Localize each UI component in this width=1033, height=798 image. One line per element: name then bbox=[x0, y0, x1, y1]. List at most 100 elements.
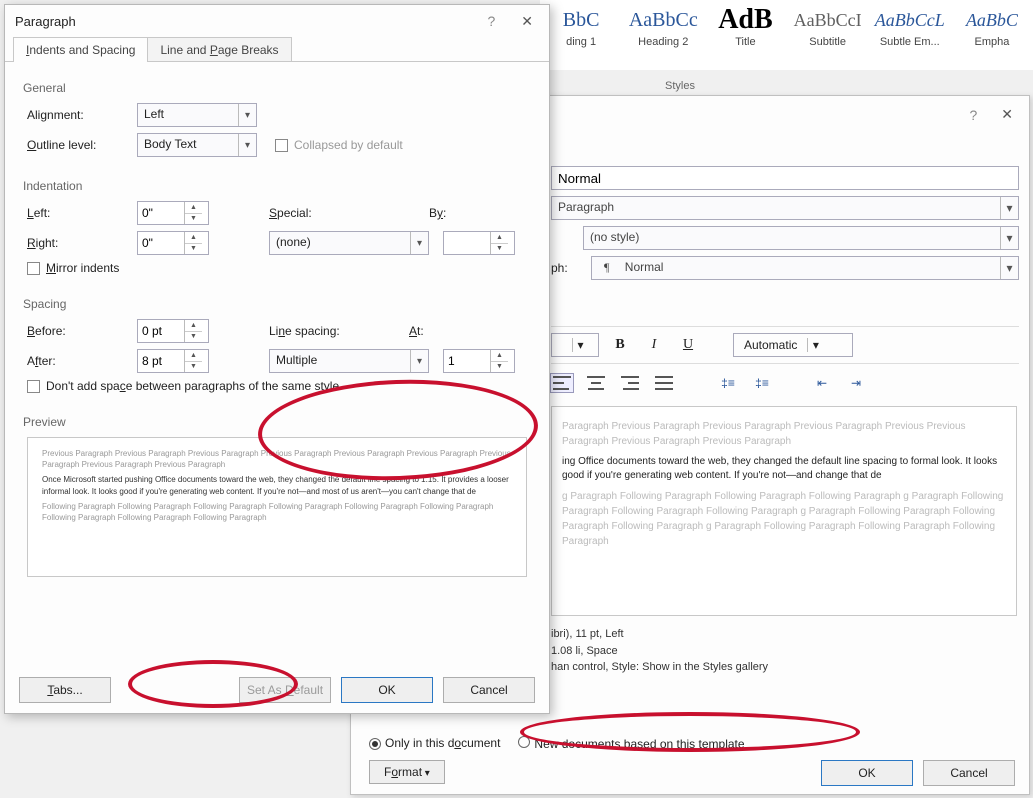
align-center-button[interactable] bbox=[585, 374, 607, 392]
radio-only-document[interactable]: Only in this document bbox=[369, 736, 500, 750]
style-following-select[interactable]: ¶ Normal ▾ bbox=[591, 256, 1019, 280]
spin-up-icon[interactable]: ▲ bbox=[185, 202, 202, 214]
special-label: Special: bbox=[269, 206, 379, 220]
outline-select[interactable]: Body Text ▾ bbox=[137, 133, 257, 157]
underline-button[interactable]: U bbox=[675, 333, 701, 357]
spin-down-icon[interactable]: ▼ bbox=[185, 214, 202, 225]
indent-left-label: Left: bbox=[27, 206, 137, 220]
alignment-label: Alignment: bbox=[27, 108, 137, 122]
spin-up-icon[interactable]: ▲ bbox=[491, 232, 508, 244]
style-title[interactable]: AdB Title bbox=[704, 4, 786, 48]
italic-button[interactable]: I bbox=[641, 333, 667, 357]
align-justify-button[interactable] bbox=[653, 374, 675, 392]
chevron-down-icon: ▾ bbox=[238, 134, 256, 156]
ok-button[interactable]: OK bbox=[821, 760, 913, 786]
line-spacing-2-button[interactable]: ‡≡ bbox=[751, 374, 773, 392]
after-label: After: bbox=[27, 354, 137, 368]
by-spinner[interactable]: ▲▼ bbox=[443, 231, 515, 255]
line-spacing-1-button[interactable]: ‡≡ bbox=[717, 374, 739, 392]
mirror-label: Mirror indents bbox=[46, 261, 119, 275]
style-subtitle[interactable]: AaBbCcI Subtitle bbox=[787, 4, 869, 48]
ok-button[interactable]: OK bbox=[341, 677, 433, 703]
decrease-indent-button[interactable]: ⇤ bbox=[811, 374, 833, 392]
chevron-down-icon: ▾ bbox=[1000, 227, 1018, 249]
dialog-title: Paragraph bbox=[15, 14, 76, 29]
chevron-down-icon: ▾ bbox=[1000, 257, 1018, 279]
section-general: General bbox=[23, 81, 527, 95]
section-indentation: Indentation bbox=[23, 179, 527, 193]
format-menu-button[interactable]: Format bbox=[369, 760, 445, 784]
mirror-checkbox[interactable] bbox=[27, 262, 40, 275]
spin-down-icon[interactable]: ▼ bbox=[491, 244, 508, 255]
style-name-input[interactable] bbox=[551, 166, 1019, 190]
help-icon[interactable]: ? bbox=[969, 107, 977, 123]
close-icon[interactable]: ✕ bbox=[995, 104, 1019, 125]
spin-down-icon[interactable]: ▼ bbox=[185, 362, 202, 373]
collapsed-label: Collapsed by default bbox=[294, 138, 403, 152]
radio-new-template[interactable]: New documents based on this template bbox=[518, 736, 744, 751]
spin-up-icon[interactable]: ▲ bbox=[185, 232, 202, 244]
alignment-select[interactable]: Left ▾ bbox=[137, 103, 257, 127]
cancel-button[interactable]: Cancel bbox=[923, 760, 1015, 786]
style-preview: Paragraph Previous Paragraph Previous Pa… bbox=[551, 406, 1017, 616]
style-based-on-select[interactable]: (no style) ▾ bbox=[583, 226, 1019, 250]
font-size-select[interactable]: ▾ bbox=[551, 333, 599, 357]
chevron-down-icon: ▾ bbox=[410, 232, 428, 254]
help-icon[interactable]: ? bbox=[487, 13, 495, 29]
paragraph-preview: Previous Paragraph Previous Paragraph Pr… bbox=[27, 437, 527, 577]
style-emphasis[interactable]: AaBbC Empha bbox=[951, 4, 1033, 48]
style-heading1[interactable]: BbC ding 1 bbox=[540, 4, 622, 48]
dontadd-checkbox[interactable] bbox=[27, 380, 40, 393]
chevron-down-icon: ▾ bbox=[238, 104, 256, 126]
align-row: ‡≡ ‡≡ ⇤ ⇥ bbox=[551, 374, 1019, 392]
dontadd-label: Don't add space between paragraphs of th… bbox=[46, 379, 339, 393]
tabs-button[interactable]: Tabs... bbox=[19, 677, 111, 703]
chevron-down-icon: ▾ bbox=[1000, 197, 1018, 219]
spin-up-icon[interactable]: ▲ bbox=[185, 320, 202, 332]
spin-down-icon[interactable]: ▼ bbox=[185, 244, 202, 255]
indent-left-spinner[interactable]: ▲▼ bbox=[137, 201, 209, 225]
at-spinner[interactable]: ▲▼ bbox=[443, 349, 515, 373]
collapsed-checkbox bbox=[275, 139, 288, 152]
before-spinner[interactable]: ▲▼ bbox=[137, 319, 209, 343]
format-toolbar: ▾ B I U Automatic▾ bbox=[551, 326, 1019, 364]
spin-up-icon[interactable]: ▲ bbox=[491, 350, 508, 362]
spin-up-icon[interactable]: ▲ bbox=[185, 350, 202, 362]
dialog-buttons: Tabs... Set As Default OK Cancel bbox=[5, 677, 549, 703]
outline-label: Outline level: bbox=[27, 138, 137, 152]
tab-indents-spacing[interactable]: Indents and Spacing bbox=[13, 37, 148, 62]
cancel-button[interactable]: Cancel bbox=[443, 677, 535, 703]
bold-button[interactable]: B bbox=[607, 333, 633, 357]
spin-down-icon[interactable]: ▼ bbox=[491, 362, 508, 373]
style-heading2[interactable]: AaBbCc Heading 2 bbox=[622, 4, 704, 48]
ribbon-styles: BbC ding 1 AaBbCc Heading 2 AdB Title Aa… bbox=[540, 0, 1033, 70]
radio-icon bbox=[518, 736, 530, 748]
before-label: Before: bbox=[27, 324, 137, 338]
dialog-tabs: Indents and Spacing Line and Page Breaks bbox=[5, 37, 549, 62]
spin-down-icon[interactable]: ▼ bbox=[185, 332, 202, 343]
style-subtle-em[interactable]: AaBbCcL Subtle Em... bbox=[869, 4, 951, 48]
indent-right-spinner[interactable]: ▲▼ bbox=[137, 231, 209, 255]
increase-indent-button[interactable]: ⇥ bbox=[845, 374, 867, 392]
line-spacing-select[interactable]: Multiple ▾ bbox=[269, 349, 429, 373]
by-label: By: bbox=[429, 206, 446, 220]
section-preview: Preview bbox=[23, 415, 527, 429]
style-description: ibri), 11 pt, Left 1.08 li, Space han co… bbox=[551, 626, 1017, 676]
set-as-default-button[interactable]: Set As Default bbox=[239, 677, 331, 703]
special-select[interactable]: (none) ▾ bbox=[269, 231, 429, 255]
at-label: At: bbox=[409, 324, 424, 338]
tab-line-page-breaks[interactable]: Line and Page Breaks bbox=[147, 37, 291, 62]
indent-right-label: Right: bbox=[27, 236, 137, 250]
dialog-titlebar: Paragraph ? ✕ bbox=[5, 5, 549, 37]
dialog-body: General Alignment: Left ▾ Outline level:… bbox=[5, 63, 549, 587]
style-type-select[interactable]: Paragraph ▾ bbox=[551, 196, 1019, 220]
radio-icon bbox=[369, 738, 381, 750]
line-spacing-label: Line spacing: bbox=[269, 324, 379, 338]
font-color-select[interactable]: Automatic▾ bbox=[733, 333, 853, 357]
align-left-button[interactable] bbox=[551, 374, 573, 392]
align-right-button[interactable] bbox=[619, 374, 641, 392]
close-icon[interactable]: ✕ bbox=[515, 11, 539, 32]
after-spinner[interactable]: ▲▼ bbox=[137, 349, 209, 373]
section-spacing: Spacing bbox=[23, 297, 527, 311]
following-label: ph: bbox=[551, 261, 591, 275]
